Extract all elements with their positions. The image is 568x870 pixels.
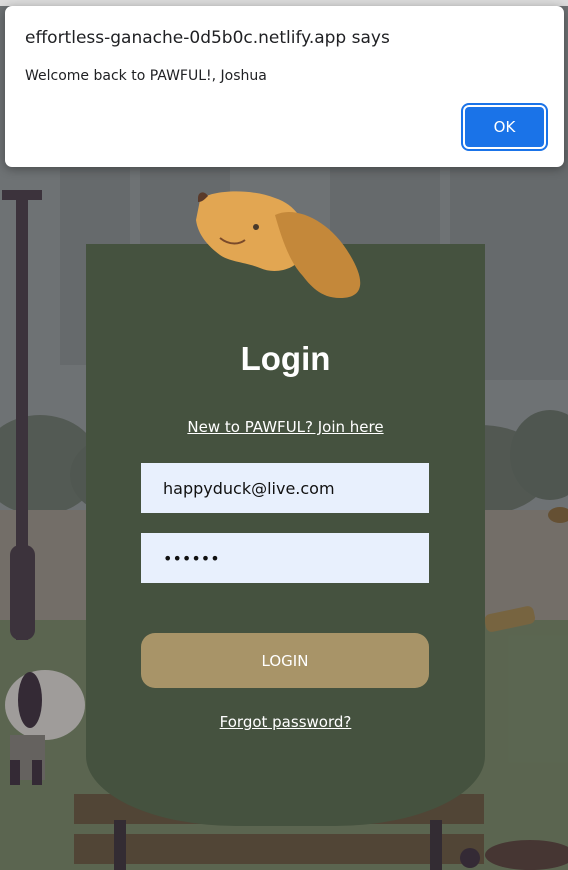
login-button[interactable]: LOGIN: [141, 633, 429, 688]
dog-head-icon: [196, 191, 361, 298]
dialog-title: effortless-ganache-0d5b0c.netlify.app sa…: [25, 28, 390, 48]
dialog-message: Welcome back to PAWFUL!, Joshua: [25, 68, 267, 84]
password-field[interactable]: [141, 533, 429, 583]
alert-dialog: effortless-ganache-0d5b0c.netlify.app sa…: [5, 6, 564, 167]
forgot-password-link[interactable]: Forgot password?: [86, 713, 485, 731]
email-field[interactable]: [141, 463, 429, 513]
page-title: Login: [240, 340, 331, 377]
join-link[interactable]: New to PAWFUL? Join here: [86, 418, 485, 436]
ok-button[interactable]: OK: [465, 107, 544, 147]
